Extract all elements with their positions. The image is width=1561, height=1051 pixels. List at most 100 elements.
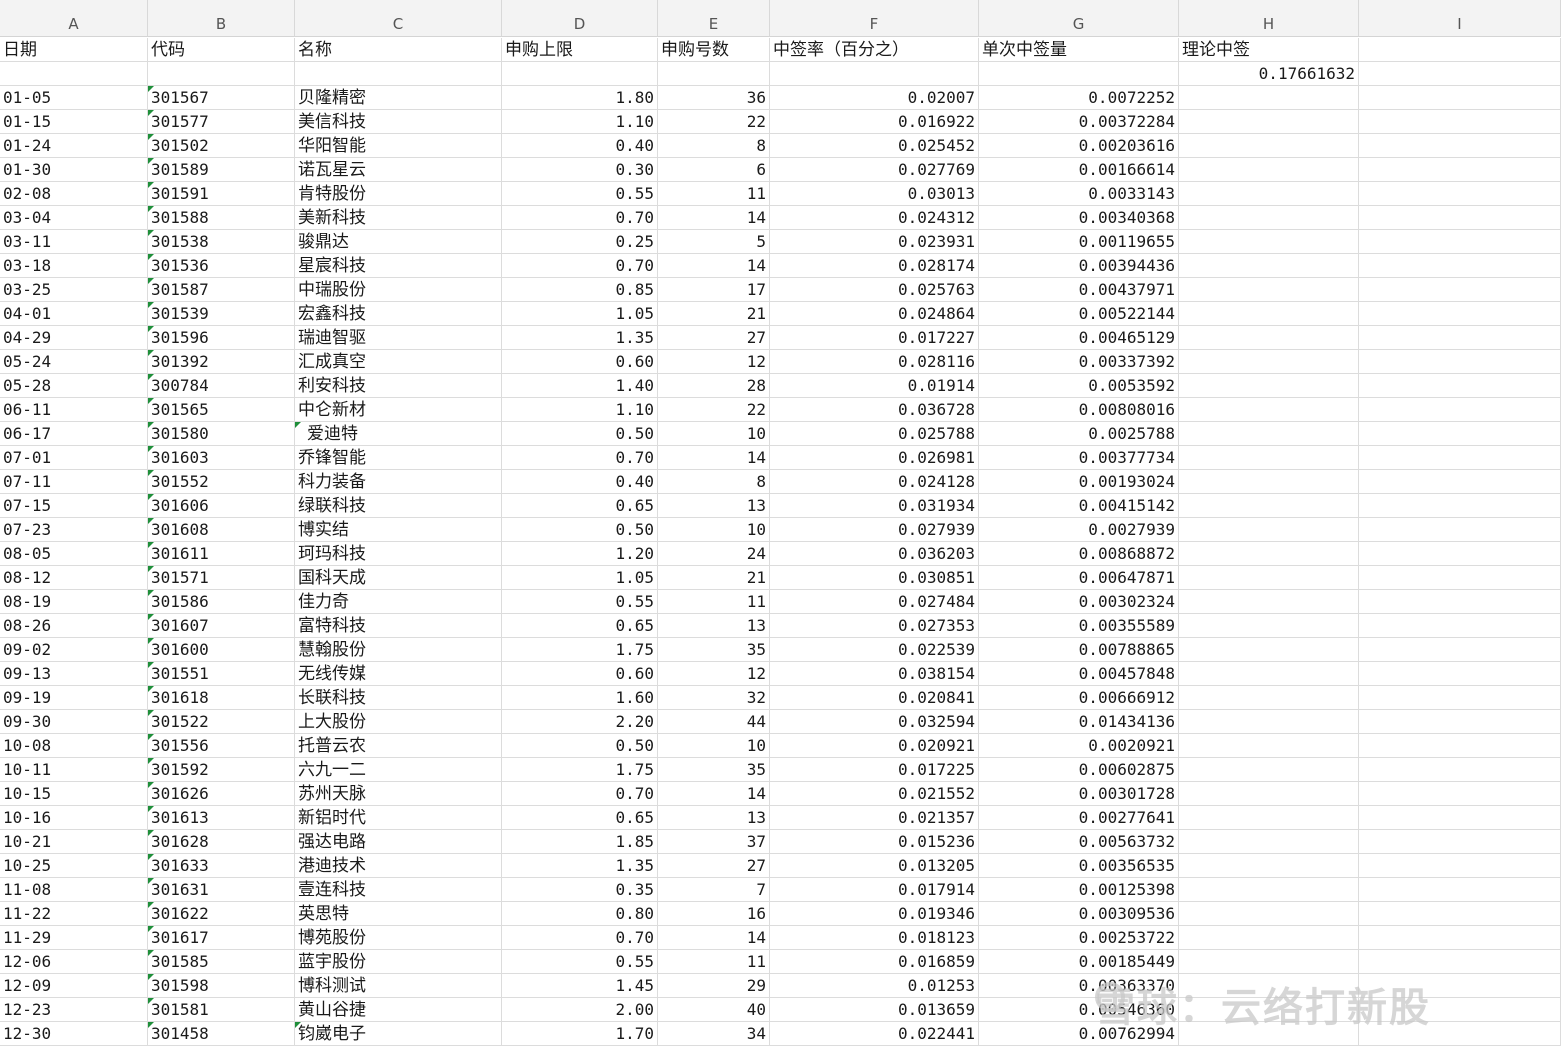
cell-h[interactable] (1179, 782, 1359, 806)
cell-h[interactable] (1179, 878, 1359, 902)
cell-f[interactable]: 0.025452 (770, 134, 979, 158)
cell-a[interactable]: 12-09 (0, 974, 148, 998)
cell-f[interactable]: 0.013659 (770, 998, 979, 1022)
cell-a[interactable]: 11-22 (0, 902, 148, 926)
cell-a[interactable]: 10-25 (0, 854, 148, 878)
cell-e[interactable]: 36 (658, 86, 770, 110)
cell-g[interactable]: 0.00808016 (979, 398, 1179, 422)
cell-c[interactable]: 佳力奇 (295, 590, 502, 614)
cell-e[interactable]: 22 (658, 110, 770, 134)
cell-c[interactable]: 绿联科技 (295, 494, 502, 518)
cell-c[interactable]: 星宸科技 (295, 254, 502, 278)
cell-a[interactable]: 11-08 (0, 878, 148, 902)
cell-e[interactable]: 申购号数 (658, 38, 770, 62)
cell-a[interactable]: 10-15 (0, 782, 148, 806)
cell-h[interactable] (1179, 158, 1359, 182)
cell-c[interactable]: 乔锋智能 (295, 446, 502, 470)
cell-g[interactable]: 单次中签量 (979, 38, 1179, 62)
cell-c[interactable]: 新铝时代 (295, 806, 502, 830)
cell-e[interactable]: 12 (658, 662, 770, 686)
cell-b[interactable]: 301617 (148, 926, 295, 950)
cell-d[interactable]: 0.50 (502, 734, 658, 758)
cell-b[interactable]: 301626 (148, 782, 295, 806)
cell-d[interactable]: 1.05 (502, 302, 658, 326)
cell-e[interactable]: 29 (658, 974, 770, 998)
cell-f[interactable]: 0.021552 (770, 782, 979, 806)
cell-b[interactable]: 301633 (148, 854, 295, 878)
cell-f[interactable]: 0.022441 (770, 1022, 979, 1046)
cell-a[interactable]: 12-23 (0, 998, 148, 1022)
cell-e[interactable]: 13 (658, 494, 770, 518)
cell-i[interactable] (1359, 182, 1561, 206)
cell-a[interactable]: 04-01 (0, 302, 148, 326)
cell-c[interactable]: 瑞迪智驱 (295, 326, 502, 350)
cell-i[interactable] (1359, 350, 1561, 374)
cell-i[interactable] (1359, 446, 1561, 470)
cell-h[interactable] (1179, 758, 1359, 782)
cell-a[interactable]: 09-13 (0, 662, 148, 686)
cell-d[interactable]: 0.40 (502, 134, 658, 158)
cell-d[interactable]: 0.70 (502, 926, 658, 950)
cell-g[interactable]: 0.00301728 (979, 782, 1179, 806)
cell-h[interactable] (1179, 422, 1359, 446)
cell-h[interactable] (1179, 518, 1359, 542)
cell-b[interactable]: 301571 (148, 566, 295, 590)
cell-g[interactable]: 0.0025788 (979, 422, 1179, 446)
cell-d[interactable]: 0.50 (502, 518, 658, 542)
cell-h[interactable] (1179, 902, 1359, 926)
cell-a[interactable]: 07-01 (0, 446, 148, 470)
cell-f[interactable]: 0.036728 (770, 398, 979, 422)
cell-d[interactable]: 0.55 (502, 182, 658, 206)
cell-d[interactable]: 0.70 (502, 446, 658, 470)
cell-g[interactable]: 0.0027939 (979, 518, 1179, 542)
cell-e[interactable]: 27 (658, 326, 770, 350)
cell-c[interactable]: 六九一二 (295, 758, 502, 782)
cell-g[interactable]: 0.00185449 (979, 950, 1179, 974)
cell-h[interactable] (1179, 614, 1359, 638)
cell-g[interactable]: 0.00119655 (979, 230, 1179, 254)
cell-f[interactable]: 0.027353 (770, 614, 979, 638)
cell-d[interactable]: 1.75 (502, 638, 658, 662)
cell-i[interactable] (1359, 710, 1561, 734)
cell-h[interactable] (1179, 206, 1359, 230)
cell-h[interactable] (1179, 350, 1359, 374)
cell-a[interactable]: 01-15 (0, 110, 148, 134)
cell-g[interactable]: 0.00666912 (979, 686, 1179, 710)
cell-b[interactable]: 301622 (148, 902, 295, 926)
cell-g[interactable]: 0.00377734 (979, 446, 1179, 470)
cell-e[interactable]: 13 (658, 806, 770, 830)
cell-d[interactable]: 0.55 (502, 950, 658, 974)
cell-c[interactable]: 科力装备 (295, 470, 502, 494)
cell-f[interactable]: 0.016922 (770, 110, 979, 134)
cell-a[interactable]: 03-25 (0, 278, 148, 302)
cell-d[interactable]: 1.60 (502, 686, 658, 710)
cell-c[interactable]: 珂玛科技 (295, 542, 502, 566)
cell-c[interactable]: 利安科技 (295, 374, 502, 398)
cell-h[interactable] (1179, 110, 1359, 134)
cell-f[interactable]: 0.016859 (770, 950, 979, 974)
cell-a[interactable]: 02-08 (0, 182, 148, 206)
cell-i[interactable] (1359, 326, 1561, 350)
cell-g[interactable]: 0.00437971 (979, 278, 1179, 302)
cell-f[interactable]: 0.025763 (770, 278, 979, 302)
cell-e[interactable]: 12 (658, 350, 770, 374)
cell-d[interactable]: 0.35 (502, 878, 658, 902)
cell-i[interactable] (1359, 662, 1561, 686)
cell-b[interactable]: 301580 (148, 422, 295, 446)
cell-b[interactable]: 301458 (148, 1022, 295, 1046)
cell-d[interactable]: 0.55 (502, 590, 658, 614)
cell-g[interactable]: 0.00356535 (979, 854, 1179, 878)
cell-e[interactable]: 8 (658, 470, 770, 494)
cell-a[interactable]: 10-08 (0, 734, 148, 758)
cell-a[interactable]: 09-02 (0, 638, 148, 662)
cell-d[interactable]: 0.85 (502, 278, 658, 302)
cell-e[interactable]: 10 (658, 734, 770, 758)
cell-a[interactable]: 10-21 (0, 830, 148, 854)
cell-e[interactable]: 14 (658, 206, 770, 230)
cell-a[interactable]: 05-24 (0, 350, 148, 374)
cell-a[interactable] (0, 62, 148, 86)
cell-d[interactable]: 1.75 (502, 758, 658, 782)
cell-i[interactable] (1359, 542, 1561, 566)
cell-c[interactable]: 诺瓦星云 (295, 158, 502, 182)
cell-f[interactable]: 0.027769 (770, 158, 979, 182)
